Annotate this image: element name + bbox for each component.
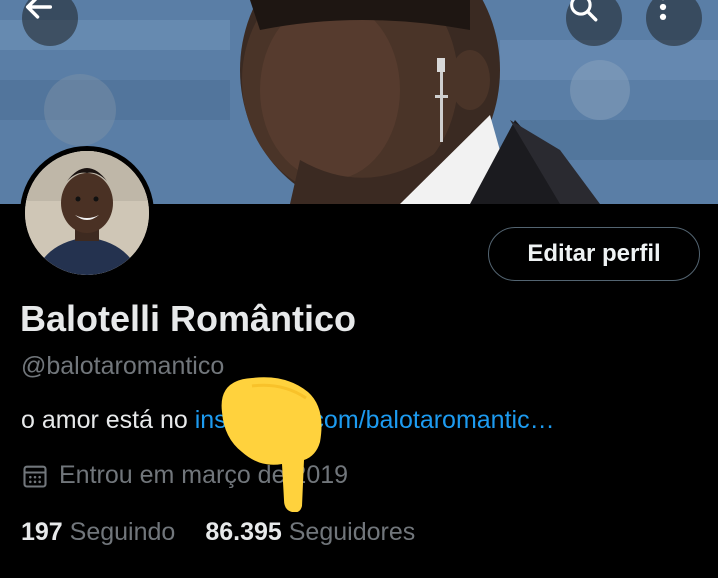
following-link[interactable]: 197 Seguindo [21,518,175,547]
followers-count: 86.395 [205,518,282,546]
search-icon [570,0,598,22]
edit-profile-button[interactable]: Editar perfil [488,227,700,281]
arrow-left-icon [25,0,53,19]
bio-text: o amor está no [21,406,195,434]
followers-link[interactable]: 86.395 Seguidores [205,518,415,547]
following-label: Seguindo [69,518,176,546]
following-count: 197 [21,518,63,546]
display-name: Balotelli Romântico [20,298,357,339]
user-handle: @balotaromantico [21,352,225,380]
profile-avatar[interactable] [20,146,154,280]
profile-bio: o amor está no instagram.com/balotaroman… [21,406,701,435]
calendar-icon [23,465,47,488]
pointing-down-hand-icon [221,377,322,512]
follow-stats: 197 Seguindo 86.395 Seguidores [21,518,445,547]
followers-label: Seguidores [288,518,416,546]
avatar-photo [25,151,149,275]
more-vertical-icon [659,0,667,21]
